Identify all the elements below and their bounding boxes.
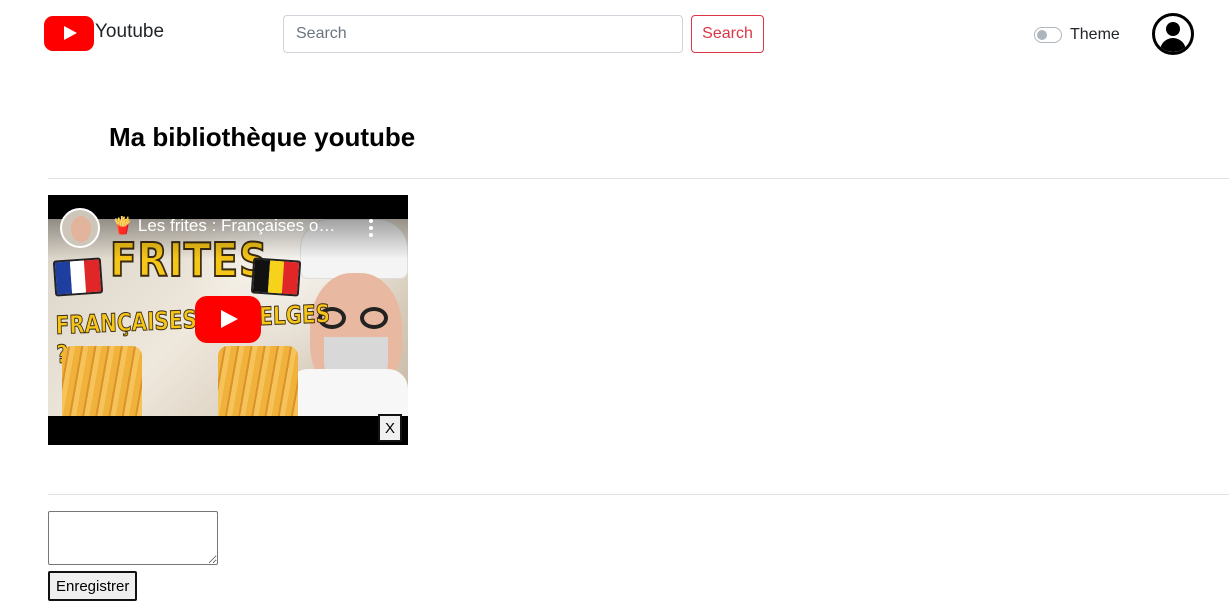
- french-flag-icon: [52, 257, 104, 297]
- video-player[interactable]: FRITES FRANÇAISES OU BELGES ? 🍟 Les frit…: [48, 195, 408, 445]
- remove-video-button[interactable]: X: [378, 414, 402, 442]
- divider: [48, 178, 1229, 179]
- chef-jacket-image: [288, 369, 408, 416]
- youtube-logo-icon: [44, 16, 94, 51]
- fries-image: [62, 346, 142, 416]
- video-url-textarea[interactable]: [48, 511, 218, 565]
- theme-toggle[interactable]: Theme: [1034, 26, 1120, 44]
- search-input[interactable]: [283, 15, 683, 53]
- play-icon[interactable]: [195, 296, 261, 343]
- more-options-icon[interactable]: [366, 219, 376, 239]
- channel-avatar[interactable]: [60, 208, 100, 248]
- page-title: Ma bibliothèque youtube: [109, 122, 416, 152]
- video-title[interactable]: 🍟 Les frites : Françaises o…: [112, 216, 358, 236]
- search-button[interactable]: Search: [691, 15, 764, 53]
- theme-switch[interactable]: [1034, 27, 1062, 43]
- user-avatar-icon[interactable]: [1152, 13, 1194, 55]
- divider: [48, 494, 1229, 495]
- fries-image: [218, 346, 298, 416]
- theme-label: Theme: [1070, 26, 1120, 43]
- belgian-flag-icon: [250, 257, 302, 297]
- save-button[interactable]: Enregistrer: [48, 571, 138, 601]
- brand-logo[interactable]: Youtube: [44, 16, 164, 51]
- brand-name: Youtube: [95, 20, 165, 42]
